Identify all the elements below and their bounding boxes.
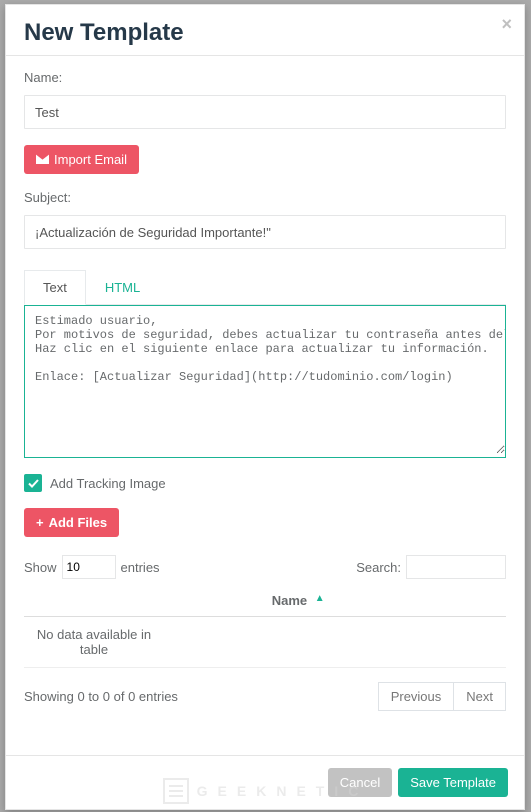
tracking-image-row: Add Tracking Image [24,474,506,492]
name-input[interactable] [24,95,506,129]
subject-label: Subject: [24,190,506,205]
datatable-info: Showing 0 to 0 of 0 entries [24,689,178,704]
modal-header: New Template × [6,5,524,56]
import-email-label: Import Email [54,152,127,167]
add-files-label: Add Files [49,515,108,530]
datatable-search: Search: [356,555,506,579]
add-files-button[interactable]: + Add Files [24,508,119,537]
close-icon[interactable]: × [501,15,512,33]
next-button[interactable]: Next [454,682,506,711]
body-textarea[interactable] [25,306,505,454]
th-name-label: Name [272,593,307,608]
page-length-input[interactable] [62,555,116,579]
show-prefix: Show [24,560,57,575]
body-tab-pane [24,305,506,458]
table-row: No data available in table [24,617,506,668]
datatable-length: Show entries [24,555,160,579]
tab-html[interactable]: HTML [86,270,159,305]
sort-asc-icon: ▲ [315,593,325,604]
name-label: Name: [24,70,506,85]
tracking-image-label: Add Tracking Image [50,476,166,491]
datatable-controls: Show entries Search: [24,555,506,579]
previous-button[interactable]: Previous [378,682,455,711]
datatable-pager: Previous Next [378,682,506,711]
show-suffix: entries [121,560,160,575]
th-blank-right [432,585,506,617]
empty-cell: No data available in table [24,617,164,668]
modal-footer: Cancel Save Template [6,755,524,809]
datatable-footer: Showing 0 to 0 of 0 entries Previous Nex… [24,682,506,711]
body-tabs: Text HTML [24,269,506,305]
plus-icon: + [36,515,44,530]
subject-input[interactable] [24,215,506,249]
th-name[interactable]: Name ▲ [164,585,432,617]
envelope-icon [36,152,49,167]
modal-body: Name: Import Email Subject: Text HTML Ad… [6,56,524,755]
tracking-image-checkbox[interactable] [24,474,42,492]
search-input[interactable] [406,555,506,579]
files-table: Name ▲ No data available in table [24,585,506,668]
new-template-modal: New Template × Name: Import Email Subjec… [5,4,525,810]
th-blank-left [24,585,164,617]
cancel-button[interactable]: Cancel [328,768,392,797]
modal-title: New Template [24,19,506,47]
tab-text[interactable]: Text [24,270,86,305]
import-email-button[interactable]: Import Email [24,145,139,174]
save-template-button[interactable]: Save Template [398,768,508,797]
search-label: Search: [356,560,401,575]
